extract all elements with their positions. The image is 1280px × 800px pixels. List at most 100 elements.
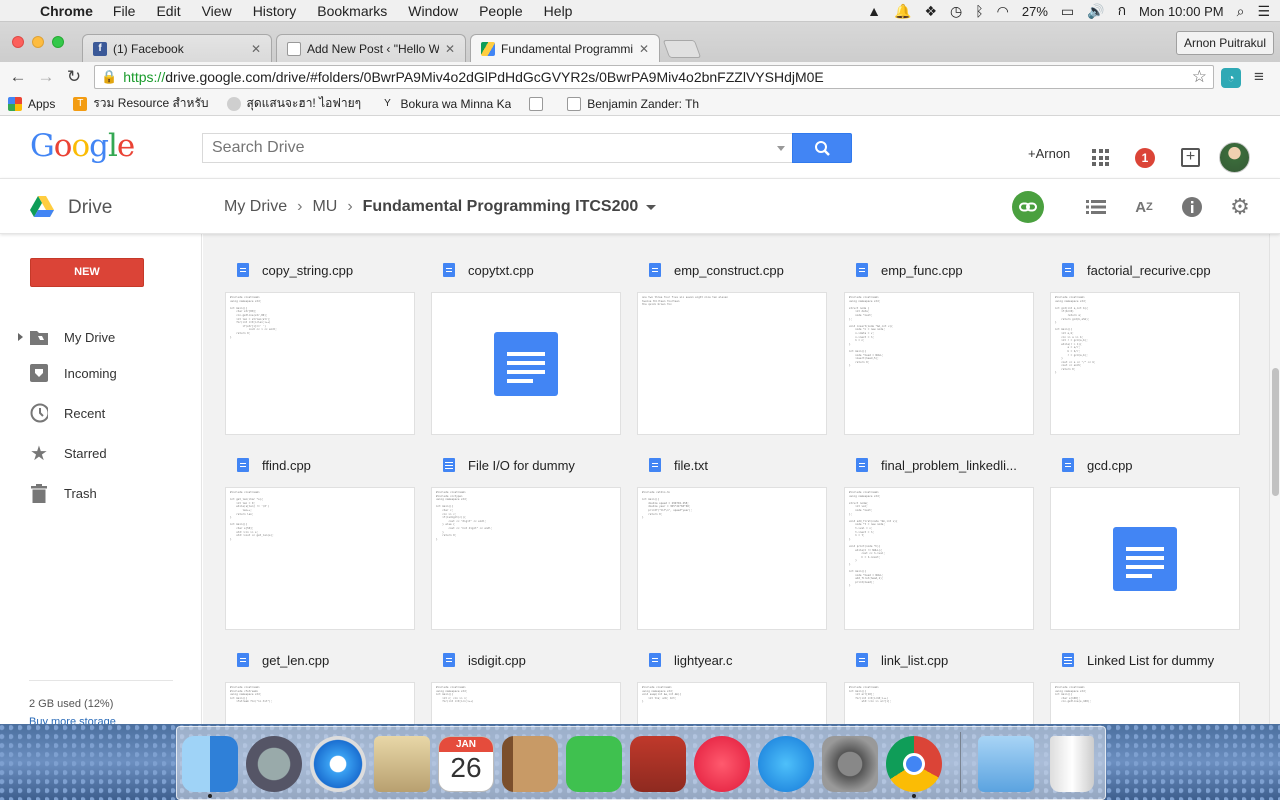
file-thumbnail[interactable]: #include <iostream> using namespace std;… [1050, 292, 1240, 435]
file-thumbnail[interactable]: #include <stdio.h> int main(){ double sp… [637, 487, 827, 630]
search-input[interactable] [202, 133, 792, 163]
input-source-icon[interactable]: ก [1118, 0, 1126, 22]
tab-add-new-post[interactable]: Add New Post ‹ "Hello Wor ✕ [276, 34, 466, 62]
wifi-icon[interactable]: ◠ [997, 3, 1009, 20]
downloads-folder-icon[interactable] [978, 736, 1034, 792]
finder-icon[interactable] [182, 736, 238, 792]
tab-fundamental-programming[interactable]: Fundamental Programming ✕ [470, 34, 660, 62]
file-thumbnail[interactable]: #include <iostream> using namespace std;… [225, 292, 415, 435]
volume-icon[interactable]: 🔊 [1087, 3, 1104, 20]
bookmark-blank[interactable] [529, 96, 549, 111]
new-button[interactable]: NEW [30, 258, 144, 287]
file-thumbnail[interactable] [1050, 487, 1240, 630]
drive-sync-icon[interactable]: ▲ [867, 3, 881, 19]
sort-az-icon[interactable]: AZ [1132, 195, 1156, 219]
launchpad-icon[interactable] [246, 736, 302, 792]
dropbox-icon[interactable]: ❖ [924, 3, 937, 20]
new-tab-button[interactable] [662, 40, 702, 58]
user-name-link[interactable]: +Arnon [1028, 146, 1070, 161]
sidebar-item-starred[interactable]: ★ Starred [0, 438, 202, 468]
notification-bell-icon[interactable]: 🔔 [894, 3, 911, 20]
sidebar-item-my-drive[interactable]: My Drive [0, 322, 202, 352]
sidebar-item-incoming[interactable]: Incoming [0, 358, 202, 388]
search-button[interactable] [792, 133, 852, 163]
menu-bookmarks[interactable]: Bookmarks [317, 3, 387, 19]
file-thumbnail[interactable]: #include <iostream> using namespace std;… [1050, 682, 1240, 724]
breadcrumb-mu[interactable]: MU [312, 198, 337, 216]
info-icon[interactable] [1180, 195, 1204, 219]
notification-center-icon[interactable]: ☰ [1257, 3, 1270, 20]
search-options-icon[interactable] [777, 146, 785, 151]
file-thumbnail[interactable]: #include <iostream> int main(){ int arr[… [844, 682, 1034, 724]
tab-facebook[interactable]: f (1) Facebook ✕ [82, 34, 272, 62]
address-bar[interactable]: 🔒 https:// drive.google.com/drive/#folde… [94, 65, 1214, 89]
battery-icon[interactable]: ▭ [1061, 3, 1074, 20]
bookmark-star-icon[interactable]: ☆ [1192, 67, 1207, 87]
chrome-app-icon[interactable] [886, 736, 942, 792]
back-icon[interactable]: ← [4, 67, 32, 87]
google-logo[interactable]: Google [30, 128, 135, 164]
expand-arrow-icon[interactable] [18, 333, 23, 341]
time-machine-icon[interactable]: ◷ [950, 3, 962, 20]
file-thumbnail[interactable]: #include <iostream> #include <cctype> us… [431, 487, 621, 630]
calendar-icon[interactable]: JAN 26 [438, 736, 494, 792]
folder-menu-dropdown-icon[interactable] [646, 204, 657, 210]
reload-icon[interactable]: ↻ [60, 67, 88, 87]
zoom-window-icon[interactable] [52, 36, 64, 48]
safari-icon[interactable] [310, 736, 366, 792]
vertical-scrollbar[interactable] [1269, 234, 1280, 724]
buy-storage-link[interactable]: Buy more storage [29, 716, 116, 724]
scrollbar-thumb[interactable] [1272, 368, 1279, 496]
contacts-icon[interactable] [502, 736, 558, 792]
tab-close-icon[interactable]: ✕ [445, 42, 455, 56]
bookmark-bokura[interactable]: Y Bokura wa Minna Ka [381, 97, 511, 111]
minimize-window-icon[interactable] [32, 36, 44, 48]
file-thumbnail[interactable]: one two three four five six seven eight … [637, 292, 827, 435]
bookmark-ted[interactable]: Benjamin Zander: Th [567, 96, 699, 111]
close-window-icon[interactable] [12, 36, 24, 48]
chrome-menu-icon[interactable]: ≡ [1254, 67, 1264, 87]
file-thumbnail[interactable] [431, 292, 621, 435]
forward-icon[interactable]: → [32, 67, 60, 87]
breadcrumb-my-drive[interactable]: My Drive [224, 198, 287, 216]
bookmark-resource[interactable]: T รวม Resource สำหรับ [73, 94, 209, 113]
menu-app-name[interactable]: Chrome [40, 3, 93, 19]
menu-help[interactable]: Help [544, 3, 573, 19]
menu-view[interactable]: View [202, 3, 232, 19]
photo-booth-icon[interactable] [630, 736, 686, 792]
avatar[interactable] [1219, 142, 1250, 173]
file-thumbnail[interactable]: #include <iostream> #include <fstream> u… [225, 682, 415, 724]
facetime-icon[interactable] [566, 736, 622, 792]
list-view-icon[interactable] [1084, 195, 1108, 219]
get-link-button[interactable] [1012, 191, 1044, 223]
tab-close-icon[interactable]: ✕ [251, 42, 261, 56]
menu-window[interactable]: Window [408, 3, 458, 19]
profile-button[interactable]: Arnon Puitrakul [1175, 31, 1274, 55]
share-plus-icon[interactable]: + [1181, 148, 1200, 167]
file-thumbnail[interactable]: #include <iostream> using namespace std;… [844, 292, 1034, 435]
settings-gear-icon[interactable]: ⚙ [1228, 194, 1252, 219]
itunes-icon[interactable] [694, 736, 750, 792]
menu-file[interactable]: File [113, 3, 136, 19]
tab-close-icon[interactable]: ✕ [639, 42, 649, 56]
menu-clock[interactable]: Mon 10:00 PM [1139, 4, 1224, 19]
trash-can-icon[interactable] [1050, 736, 1094, 792]
drive-title[interactable]: Drive [68, 197, 112, 219]
menu-history[interactable]: History [253, 3, 297, 19]
sidebar-item-recent[interactable]: Recent [0, 398, 202, 428]
extension-icon[interactable]: ◔ [1221, 68, 1241, 88]
drive-logo-icon[interactable] [30, 196, 54, 218]
file-thumbnail[interactable]: #include <iostream> using namespace std;… [637, 682, 827, 724]
spotlight-search-icon[interactable]: ⌕ [1237, 3, 1245, 20]
notifications-badge[interactable]: 1 [1135, 148, 1155, 168]
file-thumbnail[interactable]: #include <iostream> using namespace std;… [844, 487, 1034, 630]
file-thumbnail[interactable]: #include <iostream> using namespace std;… [431, 682, 621, 724]
app-store-icon[interactable] [758, 736, 814, 792]
mail-stamp-icon[interactable] [374, 736, 430, 792]
bookmark-funny[interactable]: สุดแสนจะฮา! ไอฟายๆ ฮิ [226, 94, 363, 113]
bookmark-apps[interactable]: Apps [8, 96, 55, 111]
menu-edit[interactable]: Edit [156, 3, 180, 19]
sidebar-item-trash[interactable]: Trash [0, 478, 202, 508]
file-thumbnail[interactable]: #include <iostream> int get_len(char *s)… [225, 487, 415, 630]
menu-people[interactable]: People [479, 3, 523, 19]
